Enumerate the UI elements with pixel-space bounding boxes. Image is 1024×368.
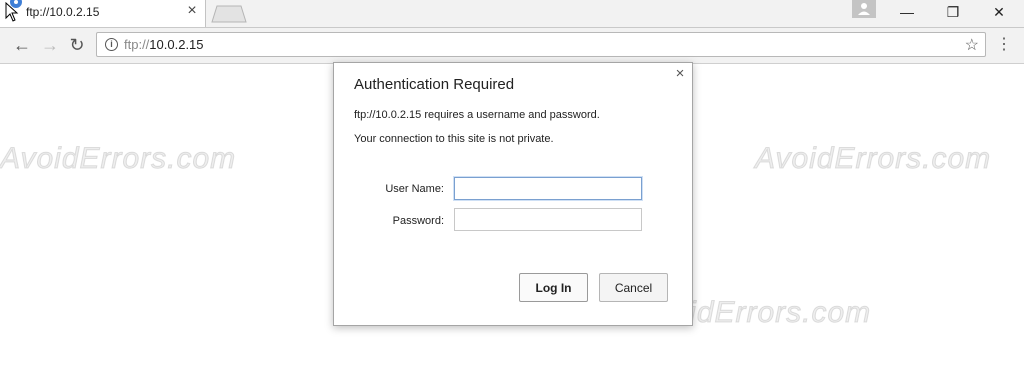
username-field[interactable] — [454, 177, 642, 200]
address-bar[interactable]: i ftp://10.0.2.15 ☆ — [96, 32, 986, 57]
dialog-message-url: ftp://10.0.2.15 requires a username and … — [354, 109, 600, 121]
password-label: Password: — [392, 215, 444, 227]
cancel-button[interactable]: Cancel — [599, 273, 668, 302]
username-label: User Name: — [385, 183, 444, 195]
watermark: AvoidErrors.com — [0, 142, 237, 176]
kebab-menu-icon[interactable]: ⋮ — [996, 34, 1012, 56]
watermark: AvoidErrors.com — [754, 142, 992, 176]
window-close-button[interactable]: ✕ — [976, 0, 1022, 24]
login-button[interactable]: Log In — [519, 273, 588, 302]
info-icon[interactable]: i — [105, 38, 118, 51]
reload-button[interactable]: ↻ — [65, 34, 89, 56]
tab-strip: ftp://10.0.2.15 × — ❐ ✕ — [0, 0, 1024, 28]
browser-tab[interactable]: ftp://10.0.2.15 × — [0, 0, 206, 27]
tab-close-icon[interactable]: × — [183, 2, 201, 20]
auth-dialog: × Authentication Required ftp://10.0.2.1… — [333, 62, 693, 326]
password-field[interactable] — [454, 208, 642, 231]
url-host: 10.0.2.15 — [149, 37, 204, 52]
dialog-title: Authentication Required — [354, 76, 515, 93]
back-button[interactable]: ← — [10, 34, 34, 56]
profile-icon[interactable] — [852, 0, 876, 18]
forward-button[interactable]: → — [38, 34, 62, 56]
star-icon[interactable]: ☆ — [965, 35, 979, 55]
url-text: ftp://10.0.2.15 — [124, 37, 204, 52]
new-tab-button[interactable] — [211, 5, 247, 23]
mouse-cursor-icon — [5, 2, 19, 22]
browser-toolbar: ← → ↻ i ftp://10.0.2.15 ☆ ⋮ — [0, 28, 1024, 64]
minimize-button[interactable]: — — [884, 0, 930, 24]
dialog-message-privacy: Your connection to this site is not priv… — [354, 133, 554, 145]
restore-button[interactable]: ❐ — [930, 0, 976, 24]
dialog-close-icon[interactable]: × — [672, 66, 688, 82]
url-protocol: ftp:// — [124, 37, 150, 52]
tab-title: ftp://10.0.2.15 — [26, 5, 100, 19]
